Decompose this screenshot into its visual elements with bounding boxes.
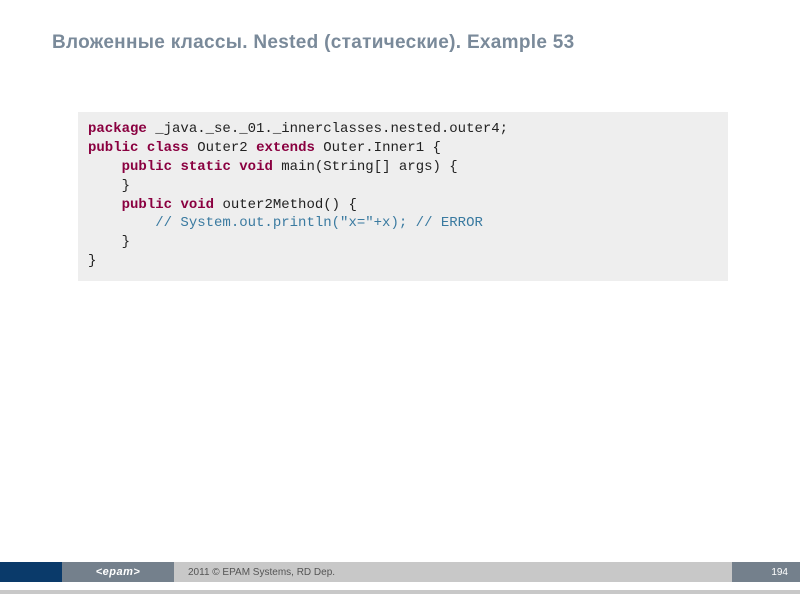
keyword: public [122,159,172,175]
page-number: 194 [732,562,800,582]
indent [88,215,155,231]
code-text: outer2Method() { [214,197,357,213]
keyword: static [180,159,230,175]
indent [88,159,122,175]
footer-copyright: 2011 © EPAM Systems, RD Dep. [174,562,732,582]
keyword: class [147,140,189,156]
keyword: package [88,121,147,137]
keyword: void [239,159,273,175]
code-text: } [88,253,96,269]
slide-title: Вложенные классы. Nested (статические). … [52,32,575,54]
slide: Вложенные классы. Nested (статические). … [0,0,800,600]
code-text: main(String[] args) { [273,159,458,175]
code-text: } [122,178,130,194]
indent [88,234,122,250]
keyword: public [122,197,172,213]
code-text: Outer.Inner1 { [315,140,441,156]
indent [88,197,122,213]
indent [88,178,122,194]
code-text: } [122,234,130,250]
comment: // System.out.println("x="+x); // ERROR [155,215,483,231]
code-block: package _java._se._01._innerclasses.nest… [78,112,728,281]
keyword: public [88,140,138,156]
footer-stripe [0,590,800,594]
keyword: extends [256,140,315,156]
keyword: void [180,197,214,213]
footer-logo: <epam> [62,562,174,582]
code-text: Outer2 [189,140,256,156]
code-text: _java._se._01._innerclasses.nested.outer… [147,121,508,137]
footer-accent [0,562,62,582]
footer: <epam> 2011 © EPAM Systems, RD Dep. 194 [0,562,800,582]
